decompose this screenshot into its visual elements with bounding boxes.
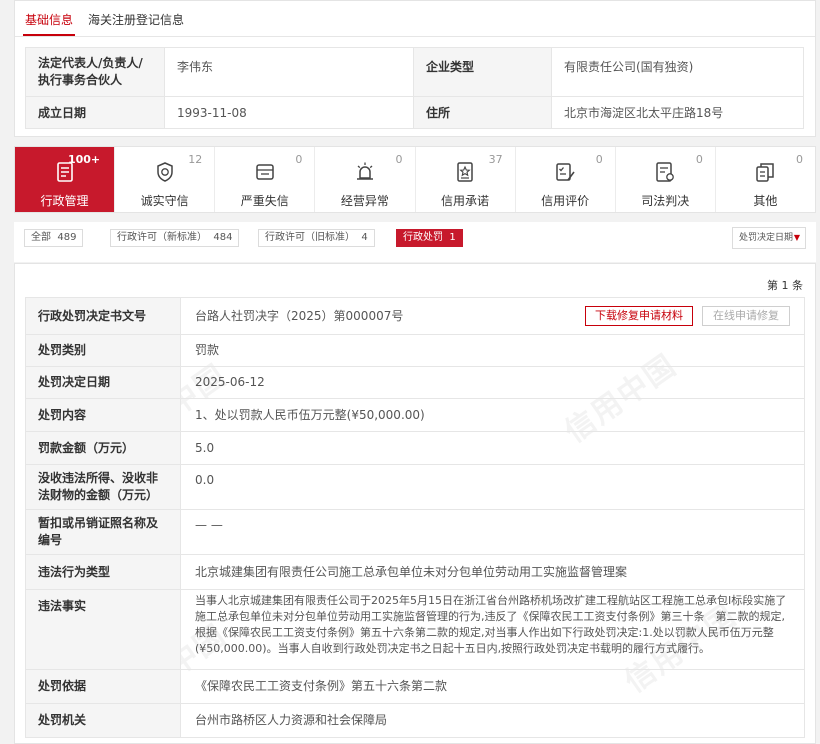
category-judicial-judgment[interactable]: 0 司法判决 — [616, 147, 716, 212]
filter-label: 行政处罚 — [403, 232, 443, 243]
penalty-content-value: 1、处以罚款人民币伍万元整(¥50,000.00) — [180, 398, 805, 432]
penalty-authority-value: 台州市路桥区人力资源和社会保障局 — [180, 703, 805, 738]
filter-count: 489 — [57, 232, 77, 243]
filter-bar: 全部 489 行政许可（新标准） 484 行政许可（旧标准） 4 行政处罚 1 … — [14, 222, 816, 262]
dishonest-ticket-icon — [256, 164, 274, 180]
filter-chip-all[interactable]: 全部 489 — [24, 229, 84, 247]
caret-down-icon: ▼ — [793, 233, 800, 242]
filter-chip-admin-penalty[interactable]: 行政处罚 1 — [396, 229, 463, 247]
violation-facts-value: 当事人北京城建集团有限责任公司于2025年5月15日在浙江省台州路桥机场改扩建工… — [180, 589, 805, 670]
category-count: 0 — [695, 153, 703, 166]
category-abnormal-operation[interactable]: 0 经营异常 — [315, 147, 416, 212]
category-label: 信用评价 — [541, 194, 590, 208]
fine-amount-value: 5.0 — [180, 431, 805, 465]
filter-label: 全部 — [31, 232, 51, 243]
confiscation-amount-value: 0.0 — [180, 464, 805, 510]
legal-rep-value: 李伟东 — [164, 47, 414, 97]
founded-label: 成立日期 — [25, 96, 165, 129]
category-count: 0 — [595, 153, 603, 166]
category-credit-evaluation[interactable]: 0 信用评价 — [516, 147, 616, 212]
fine-amount-label: 罚款金额（万元） — [25, 431, 181, 465]
license-revocation-value: — — — [180, 509, 805, 555]
decision-date-label: 处罚决定日期 — [25, 366, 181, 399]
filter-count: 484 — [213, 232, 233, 243]
filter-label: 行政许可（旧标准） — [265, 232, 355, 243]
category-count: 100+ — [67, 153, 101, 166]
judgment-doc-icon — [656, 162, 675, 182]
company-type-value: 有限责任公司(国有独资) — [551, 47, 804, 97]
penalty-type-label: 处罚类别 — [25, 334, 181, 367]
confiscation-amount-label: 没收违法所得、没收非法财物的金额（万元） — [25, 464, 181, 510]
online-repair-button[interactable]: 在线申请修复 — [702, 306, 790, 326]
alarm-light-icon — [356, 162, 373, 180]
category-label: 其他 — [753, 194, 778, 208]
doc-number-cell: 台路人社罚决字（2025）第000007号 下载修复申请材料 在线申请修复 — [180, 297, 805, 335]
penalty-basis-label: 处罚依据 — [25, 669, 181, 704]
category-label: 经营异常 — [340, 194, 389, 208]
category-count: 12 — [188, 153, 203, 166]
violation-type-value: 北京城建集团有限责任公司施工总承包单位未对分包单位劳动用工实施监督管理案 — [180, 554, 805, 590]
basic-info-table: 法定代表人/负责人/执行事务合伙人 李伟东 企业类型 有限责任公司(国有独资) … — [25, 47, 804, 129]
filter-count: 1 — [449, 232, 456, 243]
violation-facts-label: 违法事实 — [25, 589, 181, 670]
filter-label: 行政许可（新标准） — [117, 232, 207, 243]
doc-number-label: 行政处罚决定书文号 — [25, 297, 181, 335]
category-count: 0 — [295, 153, 303, 166]
category-label: 严重失信 — [240, 194, 289, 208]
filter-chip-license-old[interactable]: 行政许可（旧标准） 4 — [258, 229, 375, 247]
sort-label: 处罚决定日期 — [739, 233, 794, 243]
category-credit-pledge[interactable]: 37 信用承诺 — [416, 147, 516, 212]
penalty-basis-value: 《保障农民工工资支付条例》第五十六条第二款 — [180, 669, 805, 704]
penalty-detail-card: 信用中国 信用中国 信用中国 信用中国 第 1 条 行政处罚决定书文号 台路人社… — [14, 263, 816, 744]
category-other[interactable]: 0 其他 — [716, 147, 815, 212]
category-label: 诚实守信 — [140, 194, 189, 208]
address-label: 住所 — [413, 96, 552, 129]
other-files-icon — [756, 163, 775, 182]
category-label: 行政管理 — [40, 194, 89, 208]
category-integrity[interactable]: 12 诚实守信 — [115, 147, 216, 212]
category-count: 0 — [395, 153, 403, 166]
founded-value: 1993-11-08 — [164, 96, 414, 129]
shield-badge-icon — [156, 162, 173, 182]
address-value: 北京市海淀区北太平庄路18号 — [551, 96, 804, 129]
checklist-icon — [556, 163, 575, 181]
penalty-content-label: 处罚内容 — [25, 398, 181, 432]
category-bar: 100+ 行政管理 12 诚实守信 0 严重失信 0 经营异常 37 信用承诺 … — [14, 146, 816, 213]
basic-info-card: 基础信息 海关注册登记信息 法定代表人/负责人/执行事务合伙人 李伟东 企业类型… — [14, 0, 816, 137]
company-type-label: 企业类型 — [413, 47, 552, 97]
category-serious-dishonesty[interactable]: 0 严重失信 — [215, 147, 316, 212]
penalty-table: 行政处罚决定书文号 台路人社罚决字（2025）第000007号 下载修复申请材料… — [25, 297, 805, 738]
violation-type-label: 违法行为类型 — [25, 554, 181, 590]
filter-chip-license-new[interactable]: 行政许可（新标准） 484 — [110, 229, 240, 247]
license-revocation-label: 暂扣或吊销证照名称及编号 — [25, 509, 181, 555]
doc-number-value: 台路人社罚决字（2025）第000007号 — [195, 308, 404, 323]
category-count: 37 — [488, 153, 503, 166]
category-count: 0 — [796, 153, 803, 166]
category-label: 司法判决 — [641, 194, 690, 208]
tab-customs-registration[interactable]: 海关注册登记信息 — [88, 11, 184, 28]
penalty-type-value: 罚款 — [180, 334, 805, 367]
tab-basic-info[interactable]: 基础信息 — [22, 11, 76, 36]
record-counter: 第 1 条 — [767, 279, 803, 292]
top-tab-bar: 基础信息 海关注册登记信息 — [15, 1, 815, 37]
filter-count: 4 — [361, 232, 368, 243]
category-label: 信用承诺 — [441, 194, 490, 208]
download-repair-materials-button[interactable]: 下载修复申请材料 — [585, 306, 693, 326]
sort-select[interactable]: 处罚决定日期 ▼ — [732, 227, 806, 249]
star-pledge-icon — [457, 162, 473, 182]
legal-rep-label: 法定代表人/负责人/执行事务合伙人 — [25, 47, 165, 97]
decision-date-value: 2025-06-12 — [180, 366, 805, 399]
penalty-authority-label: 处罚机关 — [25, 703, 181, 738]
category-admin-management[interactable]: 100+ 行政管理 — [15, 147, 116, 212]
